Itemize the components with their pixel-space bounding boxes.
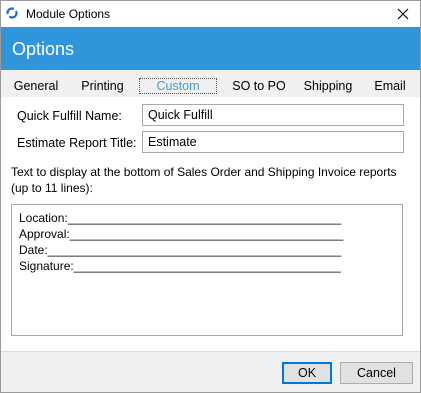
options-banner: Options <box>1 27 420 70</box>
quick-fulfill-name-label: Quick Fulfill Name: <box>17 109 122 123</box>
estimate-report-title-input[interactable] <box>142 131 404 153</box>
close-button[interactable] <box>386 1 420 27</box>
ok-button[interactable]: OK <box>282 362 332 384</box>
window-title: Module Options <box>26 7 111 21</box>
tab-so-to-po[interactable]: SO to PO <box>227 77 291 95</box>
footer-line: Approval:_______________________________… <box>19 227 344 241</box>
tab-custom[interactable]: Custom <box>139 78 217 94</box>
banner-title: Options <box>12 39 75 59</box>
tab-shipping[interactable]: Shipping <box>297 77 359 95</box>
footer-text-description: Text to display at the bottom of Sales O… <box>11 164 411 196</box>
footer-line: Date:___________________________________… <box>19 243 342 257</box>
estimate-report-title-label: Estimate Report Title: <box>17 136 137 150</box>
title-bar: Module Options <box>1 1 420 27</box>
close-icon <box>397 8 409 20</box>
footer-text-area[interactable]: Location:_______________________________… <box>11 204 403 336</box>
custom-tab-panel: Quick Fulfill Name: Estimate Report Titl… <box>1 97 420 351</box>
app-icon <box>6 7 18 19</box>
footer-divider <box>1 351 420 352</box>
tab-printing[interactable]: Printing <box>74 77 131 95</box>
footer-line: Signature:______________________________… <box>19 259 341 273</box>
module-options-window: Module Options Options General Printing … <box>0 0 421 393</box>
cancel-button[interactable]: Cancel <box>340 362 413 384</box>
tab-general[interactable]: General <box>9 77 63 95</box>
quick-fulfill-name-input[interactable] <box>142 104 404 126</box>
description-line-1: Text to display at the bottom of Sales O… <box>11 165 397 179</box>
tab-email[interactable]: Email <box>368 77 412 95</box>
description-line-2: (up to 11 lines): <box>11 181 93 195</box>
tab-strip: General Printing Custom SO to PO Shippin… <box>1 77 420 97</box>
footer-line: Location:_______________________________… <box>19 211 342 225</box>
